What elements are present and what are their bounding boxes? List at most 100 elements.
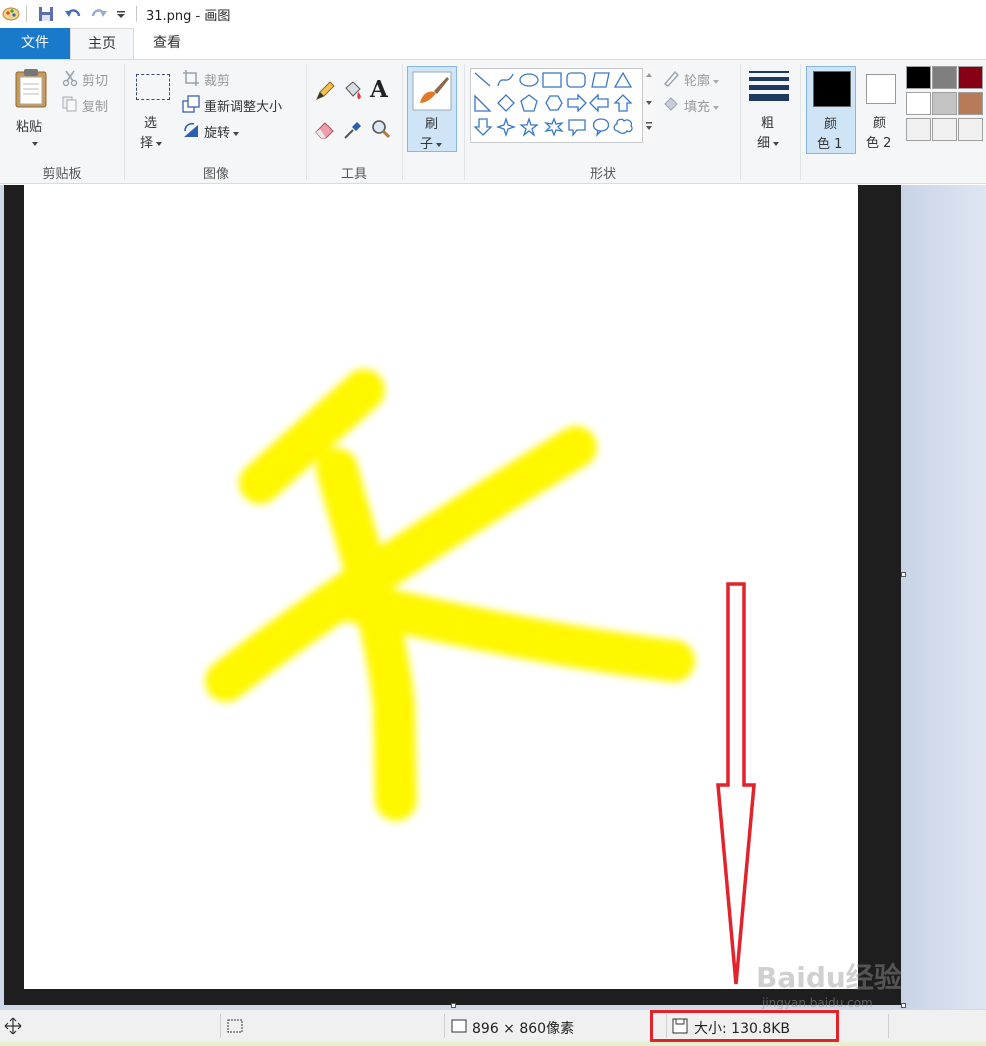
palette-color-swatch[interactable] bbox=[906, 92, 931, 115]
shapes-gallery-icons bbox=[473, 71, 633, 138]
cut-label: 剪切 bbox=[82, 74, 109, 89]
color-2-swatch bbox=[866, 74, 896, 104]
size-label-1: 粗 bbox=[761, 116, 775, 131]
title-bar: 31.png - 画图 bbox=[0, 0, 986, 28]
undo-icon[interactable] bbox=[64, 6, 82, 22]
line-size-icon bbox=[749, 71, 789, 101]
pencil-icon[interactable] bbox=[314, 80, 336, 102]
palette-color-swatch[interactable] bbox=[932, 92, 957, 115]
rotate-icon bbox=[184, 122, 198, 137]
crop-label: 裁剪 bbox=[204, 74, 231, 89]
image-dimensions-icon bbox=[451, 1019, 467, 1033]
fill-bucket-icon[interactable] bbox=[342, 80, 364, 102]
paint-app-icon[interactable] bbox=[2, 4, 20, 22]
outline-icon bbox=[663, 70, 679, 87]
shapes-group-label: 形状 bbox=[589, 167, 616, 182]
tab-view[interactable]: 查看 bbox=[134, 28, 200, 59]
resize-icon bbox=[182, 95, 200, 113]
shapes-scroll-arrows-icon bbox=[646, 73, 652, 130]
ribbon: 粘贴 剪切 复制 剪贴板 选 择 裁剪 重新调整大小 旋转 图像 A 工具 刷 … bbox=[0, 59, 986, 184]
outline-button[interactable]: 轮廓 bbox=[662, 68, 736, 90]
color-1-label-1: 颜 bbox=[824, 117, 838, 132]
resize-handle-corner[interactable] bbox=[901, 1003, 906, 1008]
color-2-label-2: 色 2 bbox=[866, 136, 892, 151]
cut-button[interactable]: 剪切 bbox=[62, 68, 122, 90]
resize-label: 重新调整大小 bbox=[204, 100, 283, 115]
redo-icon[interactable] bbox=[90, 6, 108, 22]
resize-button[interactable]: 重新调整大小 bbox=[182, 94, 302, 116]
baidu-watermark-url: jingyan.baidu.com bbox=[762, 996, 873, 1010]
select-label-2: 择 bbox=[140, 136, 154, 151]
color-1-label-2: 色 1 bbox=[817, 137, 843, 152]
palette-color-swatch[interactable] bbox=[958, 92, 983, 115]
shape-fill-icon bbox=[664, 97, 678, 111]
tools-group-label: 工具 bbox=[340, 167, 367, 182]
clipboard-group-label: 剪贴板 bbox=[42, 167, 82, 182]
customize-quick-access-icon[interactable] bbox=[116, 10, 126, 20]
paste-button[interactable]: 粘贴 bbox=[4, 64, 60, 156]
size-label-2: 细 bbox=[757, 136, 771, 151]
save-icon[interactable] bbox=[38, 6, 54, 22]
brushes-button[interactable]: 刷 子 bbox=[407, 66, 457, 152]
color-1-button[interactable]: 颜 色 1 bbox=[806, 66, 856, 154]
outline-label: 轮廓 bbox=[684, 74, 711, 89]
fill-dropdown-icon bbox=[713, 105, 720, 110]
resize-handle-right[interactable] bbox=[901, 572, 906, 577]
magnifier-icon[interactable] bbox=[370, 118, 392, 140]
outline-dropdown-icon bbox=[713, 79, 720, 84]
color-1-swatch bbox=[813, 71, 851, 107]
paste-label: 粘贴 bbox=[16, 120, 43, 135]
crop-icon bbox=[183, 70, 199, 86]
palette-color-swatch[interactable] bbox=[932, 118, 957, 141]
select-dropdown-icon bbox=[156, 141, 163, 146]
image-group-label: 图像 bbox=[202, 167, 229, 182]
selection-size-icon bbox=[227, 1019, 243, 1033]
baidu-watermark: Baidu经验 bbox=[756, 961, 902, 994]
annotation-arrow bbox=[716, 582, 756, 985]
eraser-icon[interactable] bbox=[314, 118, 336, 140]
window-title: 31.png - 画图 bbox=[146, 9, 231, 24]
rotate-button[interactable]: 旋转 bbox=[182, 120, 262, 142]
fill-label: 填充 bbox=[684, 100, 711, 115]
palette-color-swatch[interactable] bbox=[958, 66, 983, 89]
image-dimensions: 896 × 860像素 bbox=[472, 1021, 575, 1037]
brushes-dropdown-icon bbox=[436, 142, 443, 147]
tab-home[interactable]: 主页 bbox=[70, 28, 134, 59]
cursor-position-icon bbox=[4, 1017, 22, 1035]
copy-button[interactable]: 复制 bbox=[62, 94, 122, 116]
shapes-gallery[interactable] bbox=[470, 68, 656, 143]
brushes-label-1: 刷 bbox=[425, 117, 439, 132]
color-picker-icon[interactable] bbox=[342, 118, 364, 140]
color-palette bbox=[906, 66, 986, 146]
brush-stroke bbox=[316, 448, 417, 821]
palette-color-swatch[interactable] bbox=[958, 118, 983, 141]
file-size-highlight-box bbox=[650, 1010, 839, 1042]
taskbar-strip bbox=[0, 1042, 986, 1046]
brush-icon bbox=[412, 71, 452, 111]
shapes-scrollbar[interactable] bbox=[642, 68, 656, 143]
palette-color-swatch[interactable] bbox=[932, 66, 957, 89]
paste-icon bbox=[15, 69, 47, 108]
select-label-1: 选 bbox=[144, 116, 158, 131]
select-button[interactable]: 选 择 bbox=[132, 66, 174, 156]
color-2-button[interactable]: 颜 色 2 bbox=[858, 66, 904, 156]
fill-button[interactable]: 填充 bbox=[662, 94, 736, 116]
workspace-background bbox=[900, 185, 986, 1009]
crop-button[interactable]: 裁剪 bbox=[182, 68, 262, 90]
text-tool-icon[interactable]: A bbox=[370, 76, 388, 103]
paste-dropdown-icon bbox=[32, 142, 38, 146]
size-button[interactable]: 粗 细 bbox=[746, 66, 792, 156]
rotate-dropdown-icon bbox=[233, 131, 240, 136]
palette-color-swatch[interactable] bbox=[906, 118, 931, 141]
brushes-label-2: 子 bbox=[420, 137, 434, 152]
ribbon-tabs: 文件 主页 查看 bbox=[0, 28, 986, 59]
resize-handle-bottom[interactable] bbox=[451, 1003, 456, 1008]
color-2-label-1: 颜 bbox=[873, 116, 887, 131]
tab-file[interactable]: 文件 bbox=[0, 28, 70, 59]
size-dropdown-icon bbox=[773, 141, 780, 146]
palette-color-swatch[interactable] bbox=[906, 66, 931, 89]
select-rectangle-icon bbox=[136, 74, 170, 100]
copy-label: 复制 bbox=[82, 100, 109, 115]
scissors-icon bbox=[62, 70, 78, 87]
rotate-label: 旋转 bbox=[204, 126, 231, 141]
